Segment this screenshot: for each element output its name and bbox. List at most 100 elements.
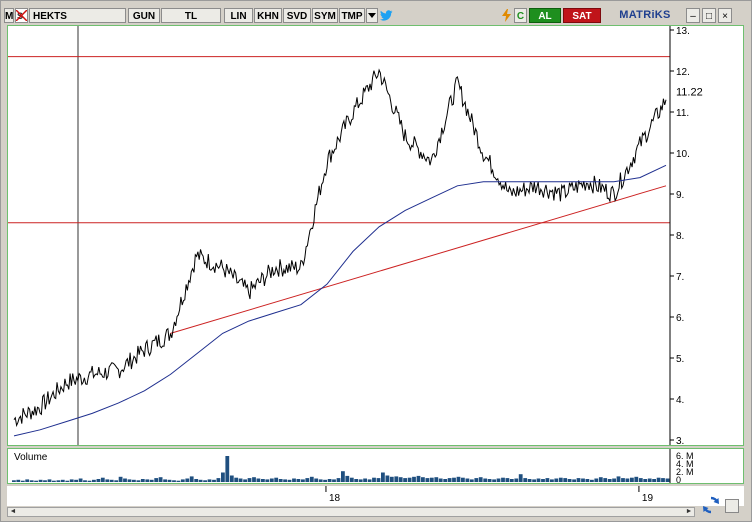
volume-bar [105, 479, 110, 482]
volume-bar [38, 479, 43, 482]
y-tick-label: 3. [676, 436, 684, 445]
volume-bar [83, 480, 87, 482]
price-chart-panel[interactable]: 3. 4. 5. 6. 7. 8. 9. 10. 11. 12. 13. 11.22 [7, 25, 744, 447]
volume-bar [572, 479, 576, 482]
trend-line [170, 185, 667, 334]
symbol-lock-button[interactable]: S [15, 8, 28, 23]
volume-bar [16, 479, 21, 482]
volume-tick-label: 0 [676, 475, 681, 483]
y-tick-label: 4. [676, 395, 684, 406]
volume-bar [576, 478, 581, 482]
volume-bar [465, 478, 470, 482]
volume-bar [60, 479, 65, 482]
sell-button[interactable]: SAT [563, 8, 601, 23]
volume-bar [616, 476, 621, 482]
volume-bar [443, 479, 448, 482]
volume-bar [296, 479, 301, 482]
volume-bar [323, 479, 327, 482]
volume-bar [243, 479, 247, 482]
x-tick-label: 19 [642, 493, 654, 504]
volume-bar [603, 478, 608, 482]
volume-bar [527, 479, 532, 482]
last-price-label: 11.22 [676, 87, 703, 99]
scroll-left-arrow[interactable]: ◄ [8, 508, 18, 516]
volume-panel[interactable]: Volume 6. M 4. M 2. M0 [7, 448, 744, 485]
alert-button[interactable] [500, 8, 512, 23]
buy-button[interactable]: AL [529, 8, 561, 23]
symbol-field[interactable]: HEKTS [29, 8, 126, 23]
close-icon: × [722, 11, 728, 22]
volume-bar [318, 479, 323, 482]
volume-bar [327, 479, 332, 482]
volume-bar [389, 476, 394, 482]
y-tick-label: 10. [676, 149, 690, 160]
volume-bar [167, 479, 172, 482]
svd-label: SVD [286, 11, 308, 22]
y-tick-label: 5. [676, 354, 684, 365]
volume-bar [558, 477, 563, 482]
svd-button[interactable]: SVD [283, 8, 311, 23]
volume-bar [109, 479, 114, 482]
horizontal-scrollbar[interactable]: ◄ ► [7, 507, 695, 517]
volume-bar [363, 478, 367, 482]
volume-bar [92, 479, 96, 482]
volume-bar [385, 475, 390, 482]
volume-bar [438, 478, 443, 482]
volume-bar [292, 478, 296, 482]
volume-bar [225, 456, 230, 482]
volume-bar [207, 479, 212, 482]
volume-bar [652, 479, 656, 482]
template-dropdown[interactable] [366, 8, 378, 23]
volume-bar [12, 480, 16, 482]
volume-bar [607, 479, 612, 482]
y-tick-label: 6. [676, 313, 684, 324]
minimize-button[interactable]: – [686, 8, 700, 23]
maximize-button[interactable]: □ [702, 8, 716, 23]
chart-toolbar: M S HEKTS GUN TL LIN KHN SVD SYM TMP C A… [4, 8, 748, 23]
khn-button[interactable]: KHN [254, 8, 282, 23]
volume-bar [492, 479, 496, 482]
lightning-icon [501, 9, 511, 22]
twitter-button[interactable] [379, 8, 393, 23]
volume-bar [598, 477, 603, 482]
volume-bar [358, 479, 363, 482]
sym-button[interactable]: SYM [312, 8, 338, 23]
period-button[interactable]: GUN [128, 8, 160, 23]
tmp-button[interactable]: TMP [339, 8, 365, 23]
currency-button[interactable]: TL [161, 8, 221, 23]
volume-bar [469, 479, 474, 482]
refresh-button[interactable] [701, 495, 721, 515]
volume-bar [229, 475, 234, 482]
close-button[interactable]: × [718, 8, 732, 23]
volume-bar [367, 479, 372, 482]
volume-bar [407, 477, 412, 482]
time-axis-svg: 18 19 [325, 486, 654, 504]
volume-bar [398, 477, 403, 482]
refresh-icon [703, 496, 719, 514]
volume-bar [20, 480, 25, 482]
volume-bar [212, 479, 216, 482]
c-button[interactable]: C [514, 8, 527, 23]
scroll-right-arrow[interactable]: ► [684, 508, 694, 516]
volume-bar [341, 471, 345, 482]
volume-bar [612, 478, 616, 482]
buy-label: AL [538, 11, 552, 22]
volume-bar [69, 479, 74, 482]
volume-bar [65, 480, 70, 482]
currency-label: TL [184, 11, 198, 22]
volume-bar [203, 480, 207, 482]
volume-bar [501, 477, 505, 482]
menu-button[interactable]: M [4, 8, 14, 23]
volume-bar [523, 478, 528, 482]
volume-bar [496, 478, 501, 482]
panel-toggle-button[interactable] [725, 499, 739, 513]
volume-bar [421, 477, 425, 482]
minimize-icon: – [690, 11, 696, 22]
volume-bar [447, 478, 452, 482]
sell-label: SAT [572, 11, 592, 22]
scale-button[interactable]: LIN [224, 8, 253, 23]
volume-bar [656, 477, 661, 482]
volume-bar [78, 478, 83, 482]
volume-bar [198, 479, 203, 482]
volume-bar [145, 479, 150, 482]
